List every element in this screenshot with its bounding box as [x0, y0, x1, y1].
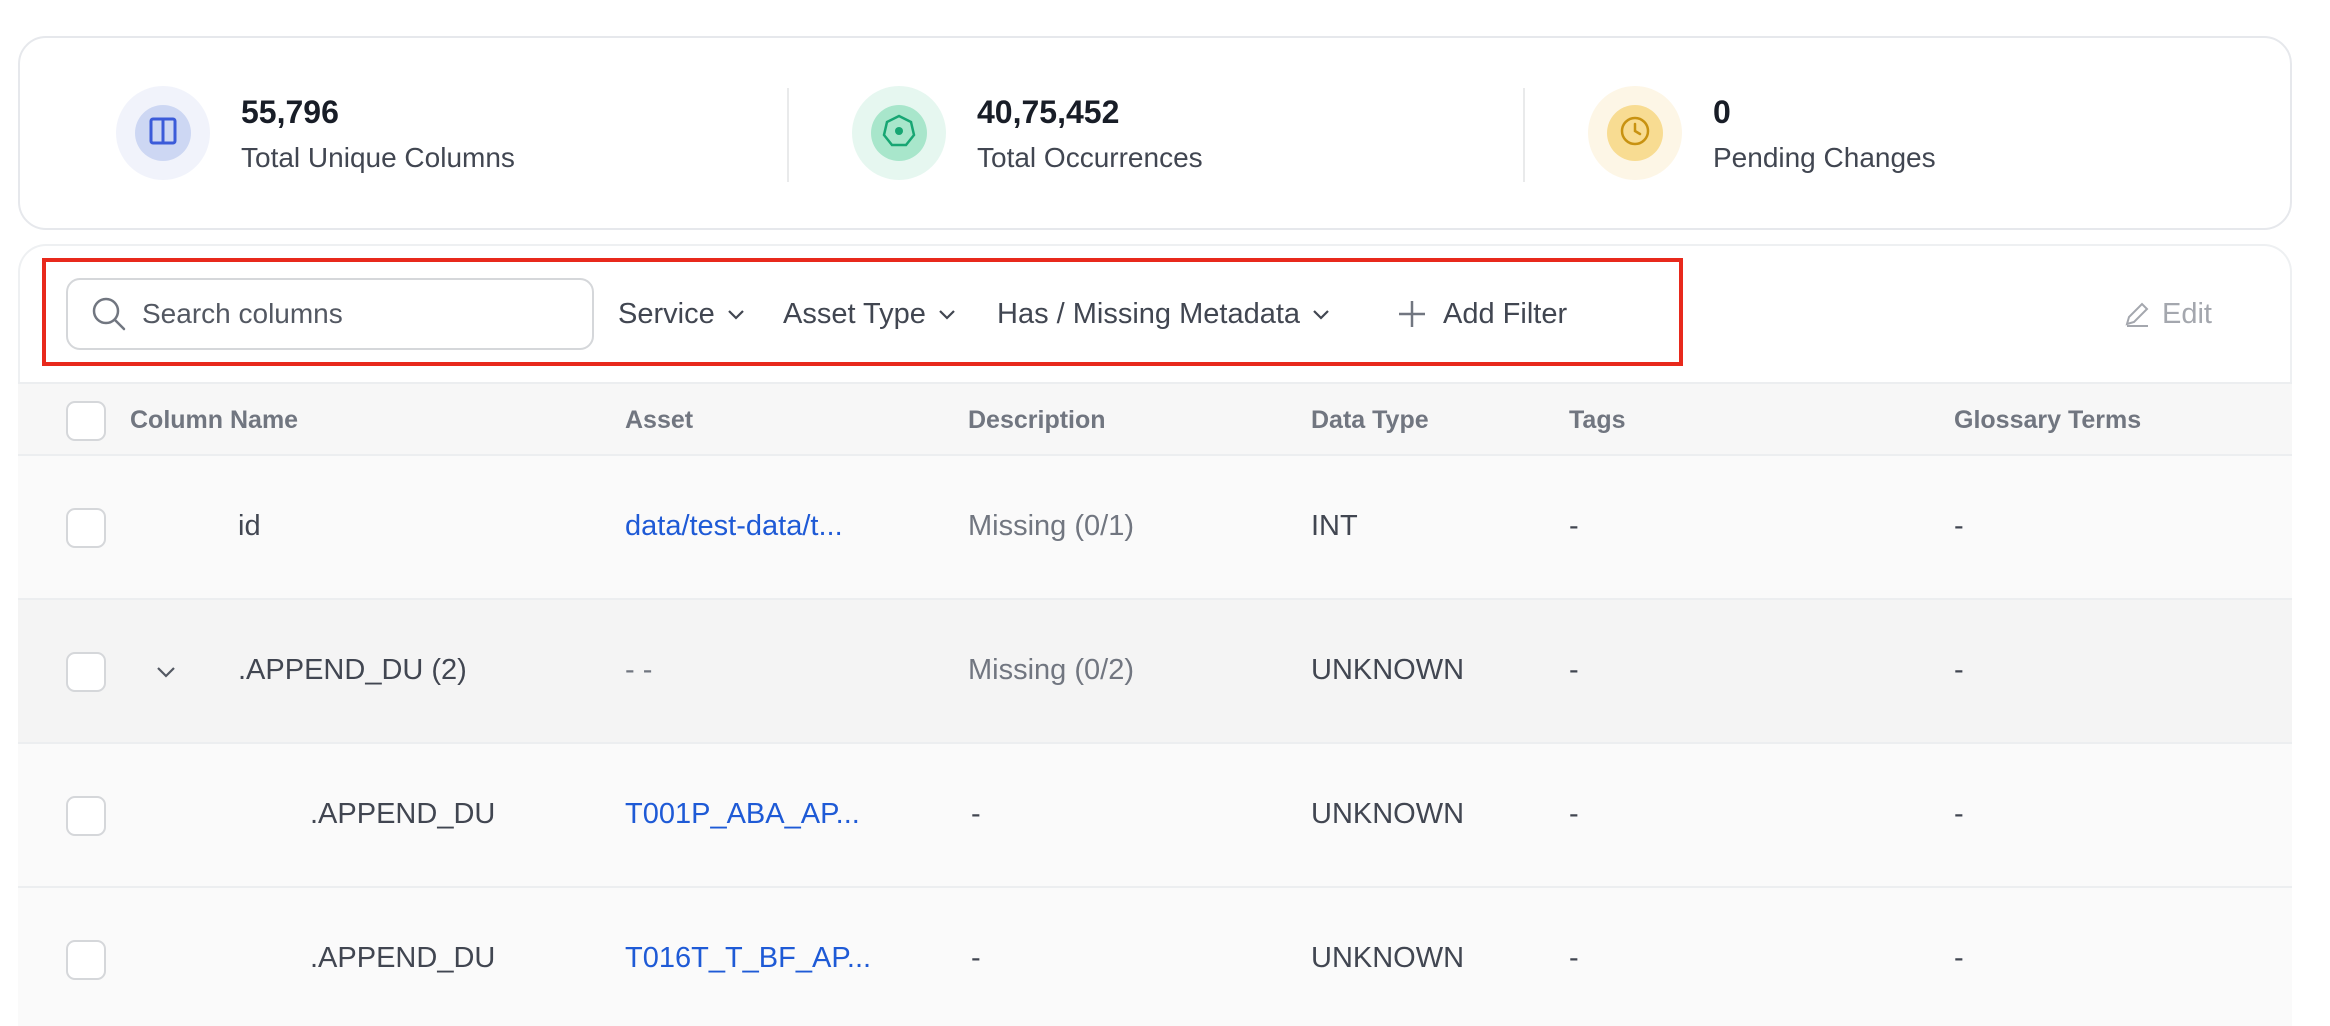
glossary-cell: - — [1954, 798, 1964, 830]
header-tags[interactable]: Tags — [1569, 406, 1626, 435]
asset-link[interactable]: T016T_T_BF_AP... — [625, 942, 871, 975]
description-cell: - — [971, 942, 981, 974]
stat-value: 40,75,452 — [977, 94, 1120, 130]
asset-link[interactable]: data/test-data/t... — [625, 510, 843, 543]
search-icon — [90, 295, 128, 333]
pencil-icon — [2122, 299, 2152, 329]
service-filter-dropdown[interactable]: Service — [618, 282, 747, 346]
header-data-type[interactable]: Data Type — [1311, 406, 1429, 435]
stat-label: Total Occurrences — [977, 142, 1203, 173]
search-columns-field[interactable] — [66, 278, 594, 350]
filter-label: Asset Type — [783, 297, 926, 330]
stat-divider — [787, 88, 789, 182]
column-name-cell: .APPEND_DU — [310, 798, 496, 830]
column-name-cell: .APPEND_DU — [310, 942, 496, 974]
row-checkbox[interactable] — [66, 508, 106, 548]
chevron-down-icon — [725, 303, 747, 325]
stat-label: Pending Changes — [1713, 142, 1936, 173]
header-column-name[interactable]: Column Name — [130, 406, 298, 435]
asset-type-filter-dropdown[interactable]: Asset Type — [783, 282, 958, 346]
data-type-cell: UNKNOWN — [1311, 654, 1465, 686]
glossary-cell: - — [1954, 942, 1964, 974]
column-name-cell: .APPEND_DU (2) — [238, 654, 467, 686]
data-type-cell: INT — [1311, 510, 1358, 542]
chevron-down-icon[interactable] — [151, 657, 181, 687]
columns-icon — [148, 116, 178, 151]
tags-cell: - — [1569, 510, 1579, 542]
header-description[interactable]: Description — [968, 406, 1106, 435]
select-all-checkbox[interactable] — [66, 401, 106, 441]
filter-label: Has / Missing Metadata — [997, 297, 1301, 330]
tags-cell: - — [1569, 654, 1579, 686]
description-cell: Missing (0/1) — [968, 510, 1134, 542]
table-header: Column Name Asset Description Data Type … — [18, 382, 2292, 456]
asset-link[interactable]: T001P_ABA_AP... — [625, 798, 860, 831]
chevron-down-icon — [1310, 303, 1332, 325]
search-input[interactable] — [142, 298, 562, 330]
glossary-cell: - — [1954, 510, 1964, 542]
glossary-cell: - — [1954, 654, 1964, 686]
stat-divider — [1523, 88, 1525, 182]
add-filter-button[interactable]: Add Filter — [1395, 282, 1567, 346]
clock-icon-badge — [1588, 86, 1682, 180]
occurrences-icon-badge — [852, 86, 946, 180]
data-type-cell: UNKNOWN — [1311, 798, 1465, 830]
metadata-filter-dropdown[interactable]: Has / Missing Metadata — [997, 282, 1332, 346]
edit-label: Edit — [2162, 297, 2212, 330]
tags-cell: - — [1569, 798, 1579, 830]
columns-icon-badge — [116, 86, 210, 180]
stat-value: 55,796 — [241, 94, 339, 130]
asset-cell: - - — [625, 654, 653, 686]
column-name-cell: id — [238, 510, 261, 542]
clock-icon — [1618, 114, 1652, 153]
stat-value: 0 — [1713, 94, 1731, 130]
table-row-group[interactable]: .APPEND_DU (2) - - Missing (0/2) UNKNOWN… — [18, 600, 2292, 744]
table-row[interactable]: id data/test-data/t... Missing (0/1) INT… — [18, 456, 2292, 600]
table-row[interactable]: .APPEND_DU T016T_T_BF_AP... - UNKNOWN - … — [18, 888, 2292, 1026]
row-checkbox[interactable] — [66, 940, 106, 980]
occurrences-icon — [882, 114, 916, 153]
row-checkbox[interactable] — [66, 796, 106, 836]
filter-label: Service — [618, 297, 715, 330]
tags-cell: - — [1569, 942, 1579, 974]
header-asset[interactable]: Asset — [625, 406, 693, 435]
stat-label: Total Unique Columns — [241, 142, 515, 173]
plus-icon — [1395, 297, 1429, 331]
description-cell: - — [971, 798, 981, 830]
edit-button[interactable]: Edit — [2122, 282, 2212, 346]
stats-card: 55,796 Total Unique Columns 40,75,452 To… — [18, 36, 2292, 230]
row-checkbox[interactable] — [66, 652, 106, 692]
chevron-down-icon — [936, 303, 958, 325]
header-glossary-terms[interactable]: Glossary Terms — [1954, 406, 2141, 435]
table-row[interactable]: .APPEND_DU T001P_ABA_AP... - UNKNOWN - - — [18, 744, 2292, 888]
description-cell: Missing (0/2) — [968, 654, 1134, 686]
add-filter-label: Add Filter — [1443, 297, 1568, 330]
data-type-cell: UNKNOWN — [1311, 942, 1465, 974]
